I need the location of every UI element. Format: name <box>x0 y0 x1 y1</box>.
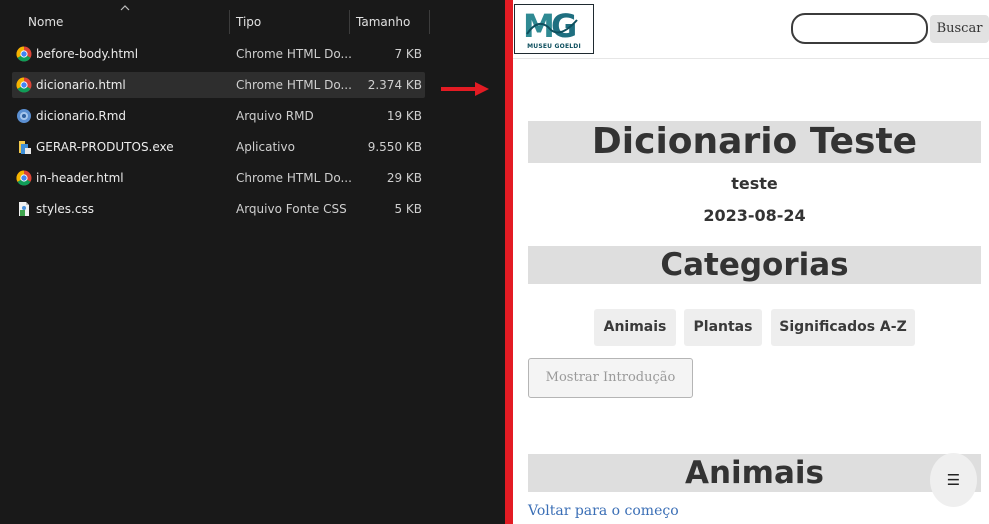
search-input[interactable] <box>791 13 928 44</box>
file-explorer: Nome Tipo Tamanho before-body.html Chrom… <box>0 0 505 524</box>
page-title: Dicionario Teste <box>591 121 918 162</box>
page-author: teste <box>731 174 778 193</box>
category-animais-button[interactable]: Animais <box>594 309 676 346</box>
museu-goeldi-logo[interactable]: M G MUSEU GOELDI <box>514 4 594 54</box>
search-button[interactable]: Buscar <box>930 15 989 43</box>
file-size: 9.550 KB <box>367 140 422 154</box>
logo-mg-icon: M G <box>523 8 578 42</box>
file-row[interactable]: in-header.html Chrome HTML Do... 29 KB <box>12 165 425 191</box>
section-heading-animais: Animais <box>685 455 824 491</box>
chrome-icon <box>16 170 32 186</box>
file-type: Arquivo Fonte CSS <box>236 202 347 216</box>
file-row[interactable]: GERAR-PRODUTOS.exe Aplicativo 9.550 KB <box>12 134 425 160</box>
browser-page: M G MUSEU GOELDI Buscar Dicionario Teste… <box>513 0 989 524</box>
hamburger-icon: ☰ <box>946 471 961 489</box>
top-navbar: M G MUSEU GOELDI Buscar <box>513 0 989 59</box>
file-row[interactable]: styles.css Arquivo Fonte CSS 5 KB <box>12 196 425 222</box>
red-arrow-icon <box>441 82 489 96</box>
file-type: Chrome HTML Do... <box>236 171 352 185</box>
file-size: 5 KB <box>394 202 422 216</box>
column-divider[interactable] <box>429 10 430 34</box>
logo-text: MUSEU GOELDI <box>527 43 581 50</box>
exe-file-icon <box>19 141 31 154</box>
file-size: 2.374 KB <box>367 78 422 92</box>
file-name: dicionario.html <box>36 78 126 92</box>
css-file-icon <box>19 202 29 216</box>
chrome-icon <box>16 46 32 62</box>
file-size: 29 KB <box>386 171 422 185</box>
file-type: Aplicativo <box>236 140 295 154</box>
page-date: 2023-08-24 <box>703 206 806 225</box>
file-size: 19 KB <box>386 109 422 123</box>
column-header-size[interactable]: Tamanho <box>356 8 410 36</box>
file-type: Chrome HTML Do... <box>236 47 352 61</box>
chrome-icon <box>16 77 32 93</box>
sort-ascending-icon[interactable] <box>120 4 130 12</box>
file-name: before-body.html <box>36 47 139 61</box>
file-size: 7 KB <box>394 47 422 61</box>
rmd-file-icon <box>17 109 31 123</box>
file-name: GERAR-PRODUTOS.exe <box>36 140 174 154</box>
categories-heading: Categorias <box>660 247 849 283</box>
column-divider[interactable] <box>349 10 350 34</box>
file-row[interactable]: before-body.html Chrome HTML Do... 7 KB <box>12 41 425 67</box>
divider-bar <box>505 0 513 524</box>
show-intro-button[interactable]: Mostrar Introdução <box>528 358 693 398</box>
file-name: dicionario.Rmd <box>36 109 127 123</box>
file-type: Chrome HTML Do... <box>236 78 352 92</box>
column-divider[interactable] <box>229 10 230 34</box>
back-to-top-link[interactable]: Voltar para o começo <box>528 503 679 519</box>
category-significados-button[interactable]: Significados A-Z <box>771 309 915 346</box>
menu-button[interactable]: ☰ <box>930 453 977 507</box>
file-name: styles.css <box>36 202 94 216</box>
column-header-name[interactable]: Nome <box>28 8 63 36</box>
column-header-type[interactable]: Tipo <box>236 8 261 36</box>
category-plantas-button[interactable]: Plantas <box>684 309 762 346</box>
file-row[interactable]: dicionario.Rmd Arquivo RMD 19 KB <box>12 103 425 129</box>
file-type: Arquivo RMD <box>236 109 314 123</box>
file-name: in-header.html <box>36 171 124 185</box>
file-row-selected[interactable]: dicionario.html Chrome HTML Do... 2.374 … <box>12 72 425 98</box>
